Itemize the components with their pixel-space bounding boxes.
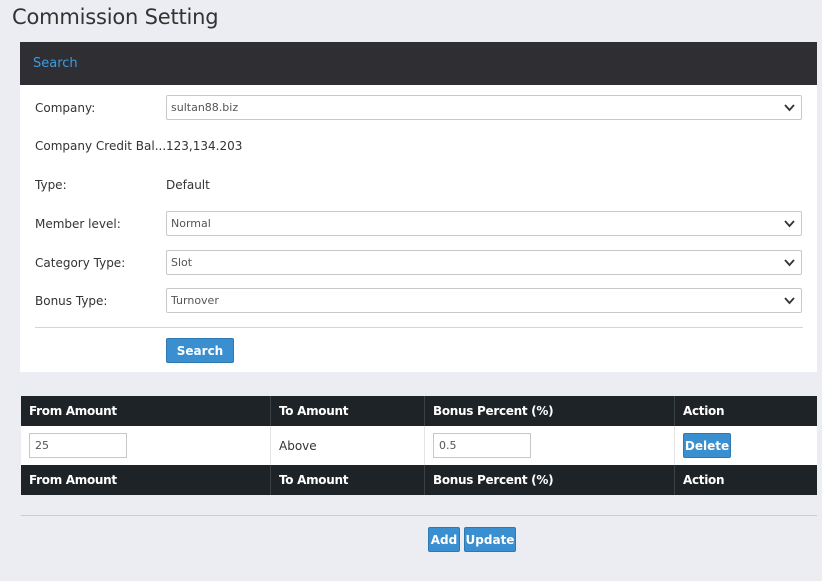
type-value: Default [166, 177, 210, 192]
column-footer-bonus-percent: Bonus Percent (%) [425, 465, 675, 495]
table-footer: From Amount To Amount Bonus Percent (%) … [21, 465, 817, 495]
column-footer-from-amount: From Amount [21, 465, 271, 495]
bonus-type-label: Bonus Type: [35, 293, 108, 308]
chevron-down-icon [784, 220, 795, 228]
search-panel-header[interactable]: Search [20, 42, 817, 85]
form-divider [35, 327, 803, 328]
bonus-percent-cell: 0.5 [425, 426, 675, 465]
member-level-select[interactable]: Normal [166, 211, 802, 236]
company-select[interactable]: sultan88.biz [166, 95, 802, 120]
category-type-row: Category Type: Slot [35, 250, 803, 275]
member-level-label: Member level: [35, 216, 121, 231]
search-button[interactable]: Search [166, 338, 234, 363]
column-header-bonus-percent: Bonus Percent (%) [425, 396, 675, 426]
page-title: Commission Setting [12, 5, 219, 29]
chevron-down-icon [784, 104, 795, 112]
chevron-down-icon [784, 259, 795, 267]
type-row: Type: Default [35, 172, 803, 197]
column-header-action: Action [683, 404, 725, 418]
from-amount-cell: 25 [21, 426, 271, 465]
member-level-row: Member level: Normal [35, 211, 803, 236]
company-row: Company: sultan88.biz [35, 95, 803, 120]
table-header: From Amount To Amount Bonus Percent (%) … [21, 396, 817, 426]
credit-balance-value: 123,134.203 [166, 138, 243, 153]
column-header-to-amount: To Amount [271, 396, 425, 426]
add-button[interactable]: Add [428, 527, 460, 552]
company-select-value: sultan88.biz [171, 101, 239, 114]
to-amount-cell: Above [271, 426, 425, 465]
chevron-down-icon [784, 297, 795, 305]
search-panel: Search Company: sultan88.biz Company Cre… [20, 42, 817, 372]
action-cell: Delete [675, 426, 817, 465]
column-footer-action: Action [683, 473, 725, 487]
update-button[interactable]: Update [464, 527, 516, 552]
column-footer-to-amount: To Amount [271, 465, 425, 495]
category-type-select[interactable]: Slot [166, 250, 802, 275]
type-label: Type: [35, 177, 67, 192]
bottom-divider [21, 515, 817, 516]
bonus-type-select-value: Turnover [171, 294, 219, 307]
table-row: 25 Above 0.5 Delete [21, 426, 817, 465]
member-level-select-value: Normal [171, 217, 211, 230]
delete-button[interactable]: Delete [683, 433, 731, 458]
credit-balance-row: Company Credit Bal... 123,134.203 [35, 133, 803, 158]
search-panel-title[interactable]: Search [33, 56, 78, 71]
credit-balance-label: Company Credit Bal... [35, 138, 166, 153]
company-label: Company: [35, 100, 96, 115]
bonus-type-row: Bonus Type: Turnover [35, 288, 803, 313]
category-type-label: Category Type: [35, 255, 126, 270]
from-amount-input[interactable]: 25 [29, 433, 127, 458]
bonus-type-select[interactable]: Turnover [166, 288, 802, 313]
column-header-from-amount: From Amount [21, 396, 271, 426]
bonus-percent-input[interactable]: 0.5 [433, 433, 531, 458]
category-type-select-value: Slot [171, 256, 193, 269]
commission-table: From Amount To Amount Bonus Percent (%) … [21, 396, 817, 495]
